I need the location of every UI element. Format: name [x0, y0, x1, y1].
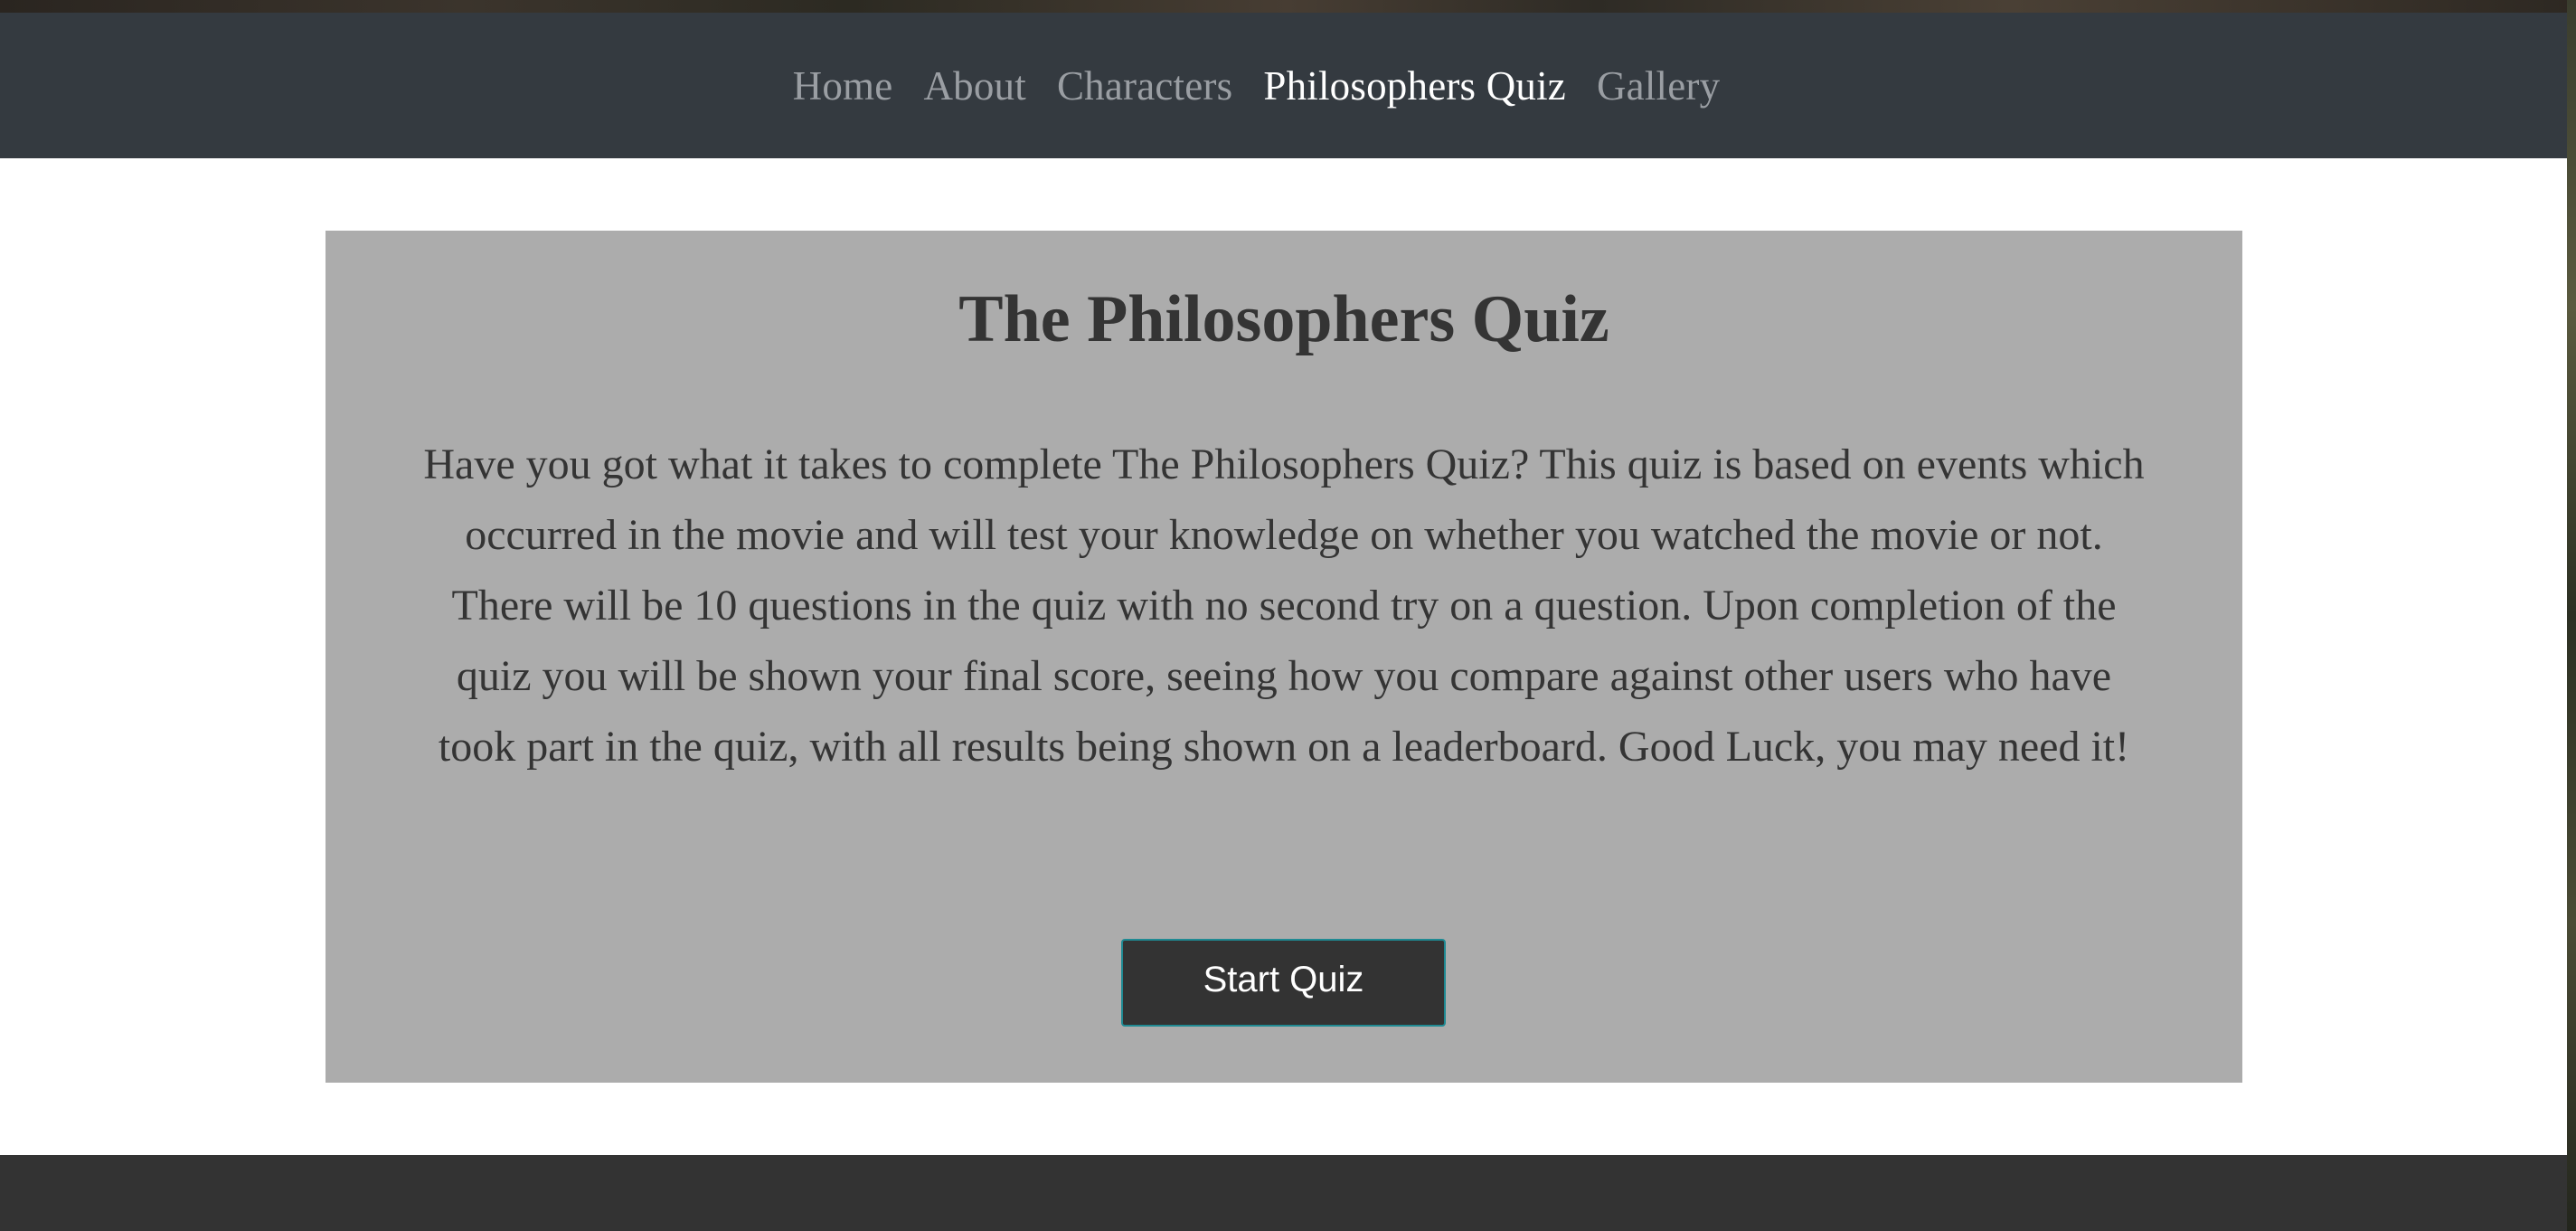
hero-image-edge — [0, 0, 2576, 13]
nav-item-about: About — [923, 62, 1026, 109]
nav-link-about[interactable]: About — [923, 63, 1026, 109]
quiz-title: The Philosophers Quiz — [958, 282, 1609, 356]
nav-link-philosophers-quiz[interactable]: Philosophers Quiz — [1263, 63, 1566, 109]
navbar: Home About Characters Philosophers Quiz … — [0, 13, 2567, 158]
background-image-edge — [2567, 0, 2576, 1231]
nav-list: Home About Characters Philosophers Quiz … — [793, 62, 1721, 109]
quiz-intro-card: The Philosophers Quiz Have you got what … — [326, 231, 2242, 1083]
start-quiz-button[interactable]: Start Quiz — [1121, 939, 1446, 1027]
nav-link-home[interactable]: Home — [793, 63, 893, 109]
nav-item-characters: Characters — [1057, 62, 1232, 109]
nav-item-gallery: Gallery — [1597, 62, 1720, 109]
footer — [0, 1155, 2567, 1231]
nav-item-philosophers-quiz: Philosophers Quiz — [1263, 62, 1566, 109]
nav-item-home: Home — [793, 62, 893, 109]
quiz-description: Have you got what it takes to complete T… — [423, 440, 2145, 771]
nav-link-gallery[interactable]: Gallery — [1597, 63, 1720, 109]
nav-link-characters[interactable]: Characters — [1057, 63, 1232, 109]
